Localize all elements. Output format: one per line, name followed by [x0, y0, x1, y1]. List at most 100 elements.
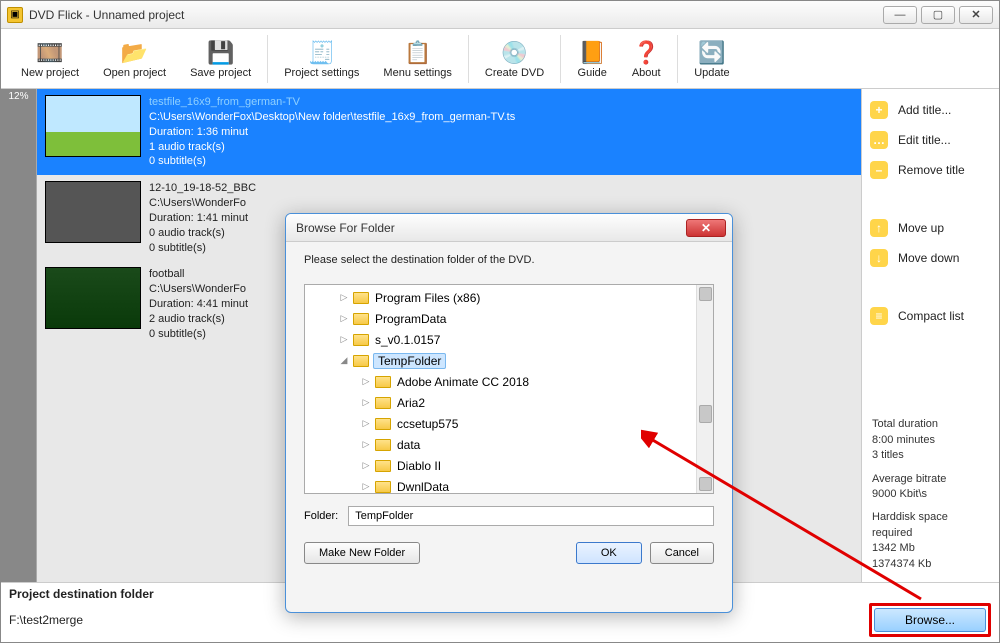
scrollbar[interactable] — [696, 285, 713, 493]
tree-item[interactable]: ▷ Program Files (x86) — [305, 287, 713, 308]
folder-icon — [353, 292, 369, 304]
expand-icon[interactable]: ▷ — [361, 460, 371, 471]
annotation-highlight: Browse... — [869, 603, 991, 637]
expand-icon[interactable]: ▷ — [339, 292, 349, 303]
about-button[interactable]: ❓About — [619, 29, 673, 88]
compact-list-button[interactable]: ≡Compact list — [862, 301, 999, 331]
minimize-button[interactable]: — — [883, 6, 917, 24]
cancel-button[interactable]: Cancel — [650, 542, 714, 564]
title-meta: 12-10_19-18-52_BBC C:\Users\WonderFo Dur… — [149, 181, 256, 255]
tree-item[interactable]: ▷ ProgramData — [305, 308, 713, 329]
tree-item-label: Aria2 — [395, 396, 427, 410]
update-button[interactable]: 🔄Update — [682, 29, 741, 88]
tree-item-label: s_v0.1.0157 — [373, 333, 442, 347]
tree-item-label: ProgramData — [373, 312, 448, 326]
close-button[interactable]: ✕ — [959, 6, 993, 24]
tree-item[interactable]: ▷ ccsetup575 — [305, 413, 713, 434]
folder-icon — [375, 418, 391, 430]
expand-icon[interactable]: ▷ — [339, 313, 349, 324]
tree-item[interactable]: ▷ s_v0.1.0157 — [305, 329, 713, 350]
guide-icon: 📙 — [577, 39, 607, 67]
content-area: 12% testfile_16x9_from_german-TV C:\User… — [1, 89, 999, 582]
title-meta: testfile_16x9_from_german-TV C:\Users\Wo… — [149, 95, 515, 169]
folder-icon — [375, 460, 391, 472]
tree-item-label: data — [395, 438, 422, 452]
arrow-up-icon: ↑ — [870, 219, 888, 237]
save-icon: 💾 — [206, 39, 236, 67]
ok-button[interactable]: OK — [576, 542, 642, 564]
tree-item-label: TempFolder — [373, 353, 446, 369]
tree-item-label: Adobe Animate CC 2018 — [395, 375, 531, 389]
thumbnail — [45, 267, 141, 329]
expand-icon[interactable]: ▷ — [339, 334, 349, 345]
app-icon: ▣ — [7, 7, 23, 23]
browse-button[interactable]: Browse... — [874, 608, 986, 632]
scroll-up-icon[interactable] — [699, 287, 712, 301]
about-icon: ❓ — [631, 39, 661, 67]
tree-item[interactable]: ▷ Adobe Animate CC 2018 — [305, 371, 713, 392]
expand-icon[interactable]: ◢ — [339, 355, 349, 366]
folder-label: Folder: — [304, 510, 338, 522]
title-meta: football C:\Users\WonderFo Duration: 4:4… — [149, 267, 248, 341]
tree-item[interactable]: ▷ Diablo II — [305, 455, 713, 476]
tree-item-label: DwnlData — [395, 480, 451, 494]
stats-panel: Total duration 8:00 minutes 3 titles Ave… — [862, 399, 999, 582]
dialog-message: Please select the destination folder of … — [304, 254, 714, 266]
tree-item-label: Diablo II — [395, 459, 443, 473]
update-icon: 🔄 — [697, 39, 727, 67]
toolbar: 🎞️New project 📂Open project 💾Save projec… — [1, 29, 999, 89]
plus-icon: + — [870, 101, 888, 119]
dialog-close-button[interactable]: ✕ — [686, 219, 726, 237]
scroll-thumb[interactable] — [699, 405, 712, 423]
window-title: DVD Flick - Unnamed project — [29, 8, 883, 22]
sidebar: +Add title... …Edit title... –Remove tit… — [861, 89, 999, 582]
folder-icon — [353, 355, 369, 367]
browse-folder-dialog: Browse For Folder ✕ Please select the de… — [285, 213, 733, 613]
tree-item[interactable]: ▷ Aria2 — [305, 392, 713, 413]
titlebar: ▣ DVD Flick - Unnamed project — ▢ ✕ — [1, 1, 999, 29]
scroll-down-icon[interactable] — [699, 477, 712, 491]
folder-icon — [353, 334, 369, 346]
film-icon: 🎞️ — [35, 39, 65, 67]
make-new-folder-button[interactable]: Make New Folder — [304, 542, 420, 564]
expand-icon[interactable]: ▷ — [361, 376, 371, 387]
minus-icon: – — [870, 161, 888, 179]
folder-tree[interactable]: ▷ Program Files (x86) ▷ ProgramData ▷ s_v0.1.… — [304, 284, 714, 494]
new-project-button[interactable]: 🎞️New project — [9, 29, 91, 88]
remove-title-button[interactable]: –Remove title — [862, 155, 999, 185]
tree-item[interactable]: ◢ TempFolder — [305, 350, 713, 371]
title-row[interactable]: testfile_16x9_from_german-TV C:\Users\Wo… — [37, 89, 861, 175]
expand-icon[interactable]: ▷ — [361, 439, 371, 450]
expand-icon[interactable]: ▷ — [361, 397, 371, 408]
expand-icon[interactable]: ▷ — [361, 481, 371, 492]
move-up-button[interactable]: ↑Move up — [862, 213, 999, 243]
menu-settings-button[interactable]: 📋Menu settings — [371, 29, 463, 88]
open-project-button[interactable]: 📂Open project — [91, 29, 178, 88]
project-settings-button[interactable]: 🧾Project settings — [272, 29, 371, 88]
folder-icon — [375, 376, 391, 388]
move-down-button[interactable]: ↓Move down — [862, 243, 999, 273]
guide-button[interactable]: 📙Guide — [565, 29, 619, 88]
add-title-button[interactable]: +Add title... — [862, 95, 999, 125]
main-window: ▣ DVD Flick - Unnamed project — ▢ ✕ 🎞️Ne… — [0, 0, 1000, 643]
create-dvd-button[interactable]: 💿Create DVD — [473, 29, 556, 88]
arrow-down-icon: ↓ — [870, 249, 888, 267]
tree-item[interactable]: ▷ DwnlData — [305, 476, 713, 494]
thumbnail — [45, 181, 141, 243]
thumbnail — [45, 95, 141, 157]
expand-icon[interactable]: ▷ — [361, 418, 371, 429]
tree-item-label: ccsetup575 — [395, 417, 460, 431]
folder-input[interactable] — [348, 506, 714, 526]
folder-icon — [375, 481, 391, 493]
dialog-titlebar: Browse For Folder ✕ — [286, 214, 732, 242]
menu-settings-icon: 📋 — [403, 39, 433, 67]
save-project-button[interactable]: 💾Save project — [178, 29, 263, 88]
tree-item-label: Program Files (x86) — [373, 291, 482, 305]
edit-title-button[interactable]: …Edit title... — [862, 125, 999, 155]
list-icon: ≡ — [870, 307, 888, 325]
folder-icon — [375, 439, 391, 451]
maximize-button[interactable]: ▢ — [921, 6, 955, 24]
tree-item[interactable]: ▷ data — [305, 434, 713, 455]
ellipsis-icon: … — [870, 131, 888, 149]
disc-gauge: 12% — [1, 89, 37, 582]
